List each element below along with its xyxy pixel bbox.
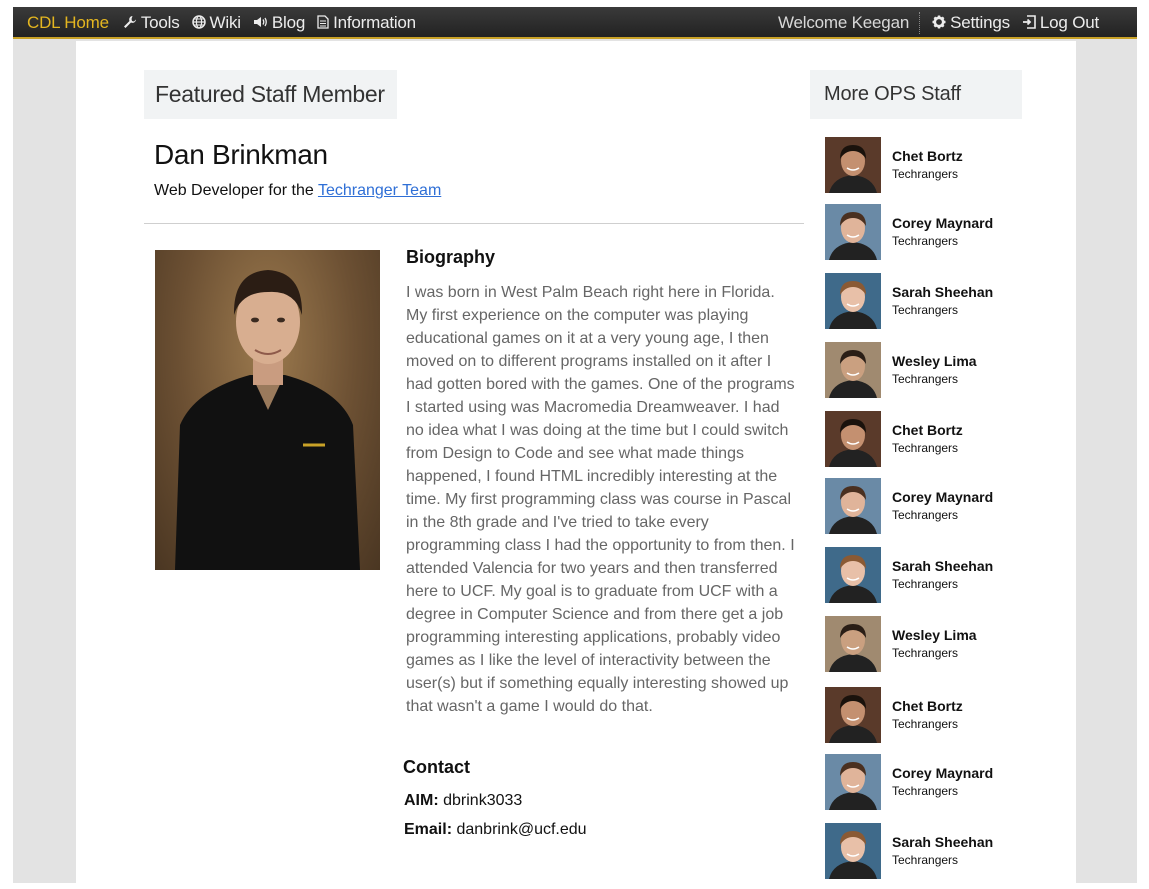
staff-item-name: Chet Bortz bbox=[892, 148, 963, 164]
staff-item-team: Techrangers bbox=[892, 717, 959, 731]
staff-item-name: Sarah Sheehan bbox=[892, 558, 994, 574]
staff-list-item[interactable]: Corey Maynard Techrangers bbox=[825, 204, 1025, 260]
staff-thumbnail bbox=[825, 687, 881, 743]
staff-list-item[interactable]: Chet Bortz Techrangers bbox=[825, 137, 1025, 193]
staff-item-team: Techrangers bbox=[892, 577, 959, 591]
logout-icon bbox=[1022, 14, 1036, 32]
staff-item-name: Corey Maynard bbox=[892, 489, 994, 505]
globe-icon bbox=[191, 14, 206, 32]
main-content: Featured Staff Member Dan Brinkman Web D… bbox=[76, 41, 1076, 883]
document-icon bbox=[317, 14, 329, 32]
staff-list-item[interactable]: Sarah Sheehan Techrangers bbox=[825, 547, 1025, 603]
staff-item-name: Wesley Lima bbox=[892, 627, 977, 643]
staff-item-team: Techrangers bbox=[892, 167, 959, 181]
welcome-text: Welcome Keegan bbox=[772, 12, 921, 34]
nav-wiki-link[interactable]: Wiki bbox=[186, 13, 247, 33]
wrench-icon bbox=[123, 15, 137, 32]
staff-item-name: Corey Maynard bbox=[892, 215, 994, 231]
email-value[interactable]: danbrink@ucf.edu bbox=[456, 821, 586, 838]
staff-item-team: Techrangers bbox=[892, 441, 959, 455]
biography-heading: Biography bbox=[406, 247, 496, 267]
staff-item-name: Chet Bortz bbox=[892, 698, 963, 714]
staff-name: Dan Brinkman bbox=[154, 139, 328, 170]
staff-item-name: Sarah Sheehan bbox=[892, 284, 994, 300]
aim-label: AIM: bbox=[404, 792, 439, 809]
team-link[interactable]: Techranger Team bbox=[318, 182, 441, 199]
staff-item-team: Techrangers bbox=[892, 372, 959, 386]
staff-item-name: Corey Maynard bbox=[892, 765, 994, 781]
staff-thumbnail bbox=[825, 754, 881, 810]
staff-item-team: Techrangers bbox=[892, 784, 959, 798]
aim-value: dbrink3033 bbox=[443, 792, 523, 809]
staff-item-team: Techrangers bbox=[892, 508, 959, 522]
staff-item-name: Chet Bortz bbox=[892, 422, 963, 438]
staff-thumbnail bbox=[825, 137, 881, 193]
staff-thumbnail bbox=[825, 478, 881, 534]
nav-home-link[interactable]: CDL Home bbox=[21, 13, 117, 33]
divider bbox=[144, 223, 804, 224]
staff-list-item[interactable]: Sarah Sheehan Techrangers bbox=[825, 823, 1025, 879]
nav-logout-label: Log Out bbox=[1039, 13, 1099, 32]
nav-settings-label: Settings bbox=[950, 13, 1010, 32]
staff-item-team: Techrangers bbox=[892, 234, 959, 248]
staff-thumbnail bbox=[825, 204, 881, 260]
staff-thumbnail bbox=[825, 273, 881, 329]
staff-item-team: Techrangers bbox=[892, 646, 959, 660]
speaker-icon bbox=[253, 15, 268, 32]
staff-thumbnail bbox=[825, 342, 881, 398]
nav-logout-link[interactable]: Log Out bbox=[1016, 13, 1105, 33]
nav-right-group: Welcome Keegan Settings Log Out bbox=[772, 7, 1105, 39]
staff-item-name: Sarah Sheehan bbox=[892, 834, 994, 850]
nav-tools-link[interactable]: Tools bbox=[117, 13, 186, 33]
staff-item-team: Techrangers bbox=[892, 853, 959, 867]
staff-list-item[interactable]: Sarah Sheehan Techrangers bbox=[825, 273, 1025, 329]
contact-heading: Contact bbox=[403, 757, 470, 777]
staff-list-item[interactable]: Wesley Lima Techrangers bbox=[825, 342, 1025, 398]
nav-information-link[interactable]: Information bbox=[311, 13, 422, 33]
nav-settings-link[interactable]: Settings bbox=[926, 13, 1016, 33]
staff-item-name: Wesley Lima bbox=[892, 353, 977, 369]
staff-list-item[interactable]: Chet Bortz Techrangers bbox=[825, 411, 1025, 467]
nav-blog-label: Blog bbox=[271, 13, 306, 32]
staff-thumbnail bbox=[825, 547, 881, 603]
staff-thumbnail bbox=[825, 616, 881, 672]
staff-role: Web Developer for the Techranger Team bbox=[154, 182, 441, 200]
biography-text: I was born in West Palm Beach right here… bbox=[406, 284, 795, 715]
staff-list-item[interactable]: Corey Maynard Techrangers bbox=[825, 754, 1025, 810]
role-prefix: Web Developer for the bbox=[154, 182, 314, 199]
gear-icon bbox=[932, 15, 946, 32]
nav-tools-label: Tools bbox=[140, 13, 180, 32]
staff-thumbnail bbox=[825, 411, 881, 467]
nav-wiki-label: Wiki bbox=[209, 13, 242, 32]
nav-left-group: CDL Home Tools Wiki Blog Information bbox=[21, 7, 422, 39]
profile-photo bbox=[155, 250, 380, 570]
staff-thumbnail bbox=[825, 823, 881, 879]
featured-heading: Featured Staff Member bbox=[144, 70, 397, 119]
more-staff-heading: More OPS Staff bbox=[810, 70, 1022, 119]
contact-aim: AIM: dbrink3033 bbox=[404, 792, 522, 810]
nav-information-label: Information bbox=[333, 13, 416, 32]
top-navbar: CDL Home Tools Wiki Blog Information Wel… bbox=[13, 7, 1137, 39]
staff-list-item[interactable]: Chet Bortz Techrangers bbox=[825, 687, 1025, 743]
staff-list-item[interactable]: Corey Maynard Techrangers bbox=[825, 478, 1025, 534]
staff-item-team: Techrangers bbox=[892, 303, 959, 317]
nav-blog-link[interactable]: Blog bbox=[247, 13, 311, 33]
contact-email: Email: danbrink@ucf.edu bbox=[404, 821, 587, 839]
email-label: Email: bbox=[404, 821, 453, 838]
staff-list-item[interactable]: Wesley Lima Techrangers bbox=[825, 616, 1025, 672]
